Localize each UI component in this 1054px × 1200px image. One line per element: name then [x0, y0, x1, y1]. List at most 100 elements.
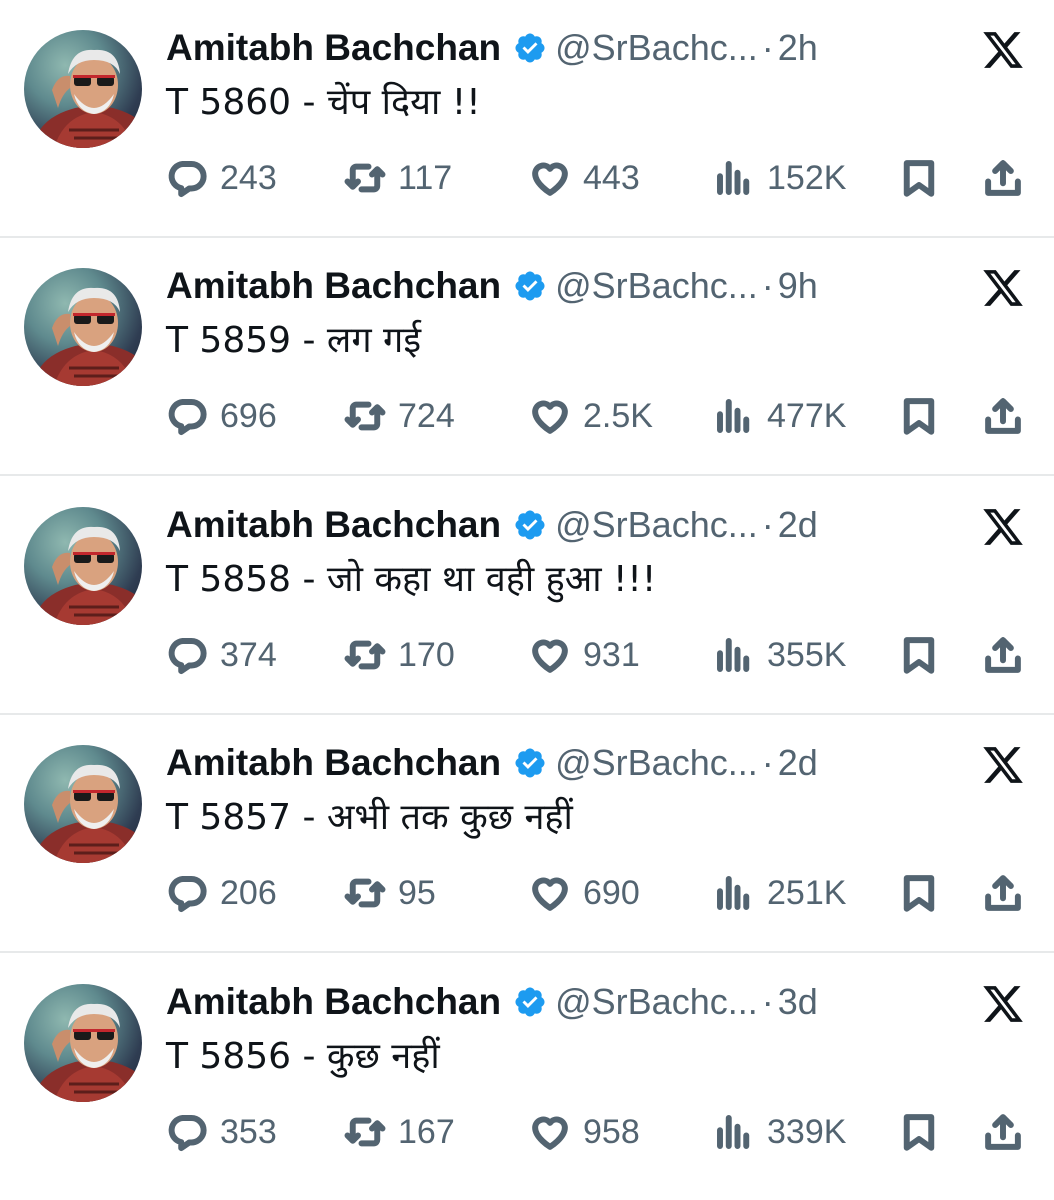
avatar[interactable]	[24, 745, 142, 863]
author-handle[interactable]: @SrBachc...	[555, 742, 758, 783]
retweet-count: 724	[398, 396, 455, 435]
heart-icon	[532, 162, 568, 196]
retweet-button[interactable]: 167	[344, 1104, 455, 1160]
retweet-count: 167	[398, 1112, 455, 1151]
retweet-arrows-icon	[344, 1117, 386, 1147]
author-name[interactable]: Amitabh Bachchan	[166, 265, 501, 306]
like-count: 443	[583, 158, 640, 197]
tweet-card[interactable]: Amitabh Bachchan @SrBachc... · 2h T 5860 - …	[0, 0, 1054, 238]
retweet-arrows-icon	[344, 401, 386, 431]
x-logo-icon	[983, 747, 1023, 783]
share-button[interactable]	[982, 388, 1024, 444]
separator-dot: ·	[761, 265, 774, 306]
retweet-button[interactable]: 95	[344, 865, 436, 921]
reply-count: 696	[220, 396, 277, 435]
views-button[interactable]: 355K	[713, 627, 846, 683]
tweet-card[interactable]: Amitabh Bachchan @SrBachc... · 9h T 5859 - …	[0, 238, 1054, 476]
author-handle[interactable]: @SrBachc...	[555, 27, 758, 68]
tweet-card[interactable]: Amitabh Bachchan @SrBachc... · 3d T 5856 - …	[0, 954, 1054, 1192]
timestamp[interactable]: 9h	[778, 265, 818, 306]
retweet-button[interactable]: 117	[344, 150, 452, 206]
reply-count: 206	[220, 873, 277, 912]
separator-dot: ·	[761, 742, 774, 783]
retweet-count: 170	[398, 635, 455, 674]
share-upload-icon	[985, 398, 1021, 434]
bookmark-button[interactable]	[898, 865, 940, 921]
bar-chart-icon	[717, 399, 750, 433]
author-name[interactable]: Amitabh Bachchan	[166, 27, 501, 68]
reply-button[interactable]: 243	[166, 150, 277, 206]
like-count: 690	[583, 873, 640, 912]
speech-bubble-icon	[168, 1115, 207, 1152]
avatar[interactable]	[24, 30, 142, 148]
views-button[interactable]: 339K	[713, 1104, 846, 1160]
author-name[interactable]: Amitabh Bachchan	[166, 504, 501, 545]
share-button[interactable]	[982, 865, 1024, 921]
like-button[interactable]: 443	[529, 150, 640, 206]
bookmark-icon	[903, 398, 935, 435]
timestamp[interactable]: 2d	[778, 504, 818, 545]
reply-count: 243	[220, 158, 277, 197]
verified-badge-icon	[515, 748, 545, 778]
reply-button[interactable]: 374	[166, 627, 277, 683]
views-button[interactable]: 477K	[713, 388, 846, 444]
avatar[interactable]	[24, 507, 142, 625]
share-button[interactable]	[982, 627, 1024, 683]
bookmark-button[interactable]	[898, 1104, 940, 1160]
bookmark-button[interactable]	[898, 627, 940, 683]
share-button[interactable]	[982, 1104, 1024, 1160]
avatar[interactable]	[24, 268, 142, 386]
heart-icon	[532, 400, 568, 434]
verified-badge-icon	[515, 987, 545, 1017]
views-count: 355K	[767, 635, 847, 674]
separator-dot: ·	[761, 27, 774, 68]
author-name[interactable]: Amitabh Bachchan	[166, 742, 501, 783]
reply-button[interactable]: 353	[166, 1104, 277, 1160]
heart-icon	[532, 639, 568, 673]
views-button[interactable]: 251K	[713, 865, 846, 921]
tweet-text: T 5858 - जो कहा था वही हुआ !!!	[166, 559, 657, 600]
author-handle[interactable]: @SrBachc...	[555, 981, 758, 1022]
share-button[interactable]	[982, 150, 1024, 206]
reply-button[interactable]: 696	[166, 388, 277, 444]
views-button[interactable]: 152K	[713, 150, 846, 206]
separator-dot: ·	[761, 981, 774, 1022]
reply-button[interactable]: 206	[166, 865, 277, 921]
tweet-header: Amitabh Bachchan @SrBachc... · 2d	[166, 741, 818, 786]
tweet-text: T 5860 - चेंप दिया !!	[166, 82, 481, 123]
author-handle[interactable]: @SrBachc...	[555, 265, 758, 306]
verified-badge-icon	[515, 510, 545, 540]
separator-dot: ·	[761, 504, 774, 545]
timestamp[interactable]: 2d	[778, 742, 818, 783]
timestamp[interactable]: 2h	[778, 27, 818, 68]
bookmark-button[interactable]	[898, 150, 940, 206]
speech-bubble-icon	[168, 876, 207, 913]
action-bar: 243 117 443 152K	[0, 150, 1054, 206]
author-handle[interactable]: @SrBachc...	[555, 504, 758, 545]
share-upload-icon	[985, 637, 1021, 673]
speech-bubble-icon	[168, 161, 207, 198]
timestamp[interactable]: 3d	[778, 981, 818, 1022]
tweet-header: Amitabh Bachchan @SrBachc... · 2h	[166, 26, 818, 71]
like-button[interactable]: 690	[529, 865, 640, 921]
retweet-arrows-icon	[344, 163, 386, 193]
bookmark-icon	[903, 1114, 935, 1151]
like-button[interactable]: 931	[529, 627, 640, 683]
like-button[interactable]: 958	[529, 1104, 640, 1160]
author-name[interactable]: Amitabh Bachchan	[166, 981, 501, 1022]
tweet-card[interactable]: Amitabh Bachchan @SrBachc... · 2d T 5858 - …	[0, 477, 1054, 715]
retweet-button[interactable]: 724	[344, 388, 455, 444]
bookmark-icon	[903, 160, 935, 197]
bookmark-button[interactable]	[898, 388, 940, 444]
bar-chart-icon	[717, 1115, 750, 1149]
avatar[interactable]	[24, 984, 142, 1102]
tweet-card[interactable]: Amitabh Bachchan @SrBachc... · 2d T 5857 - …	[0, 715, 1054, 953]
like-count: 2.5K	[583, 396, 653, 435]
retweet-button[interactable]: 170	[344, 627, 455, 683]
bar-chart-icon	[717, 638, 750, 672]
tweet-text: T 5856 - कुछ नहीं	[166, 1036, 440, 1077]
action-bar: 353 167 958 339K	[0, 1104, 1054, 1160]
like-count: 931	[583, 635, 640, 674]
like-button[interactable]: 2.5K	[529, 388, 653, 444]
heart-icon	[532, 1116, 568, 1150]
